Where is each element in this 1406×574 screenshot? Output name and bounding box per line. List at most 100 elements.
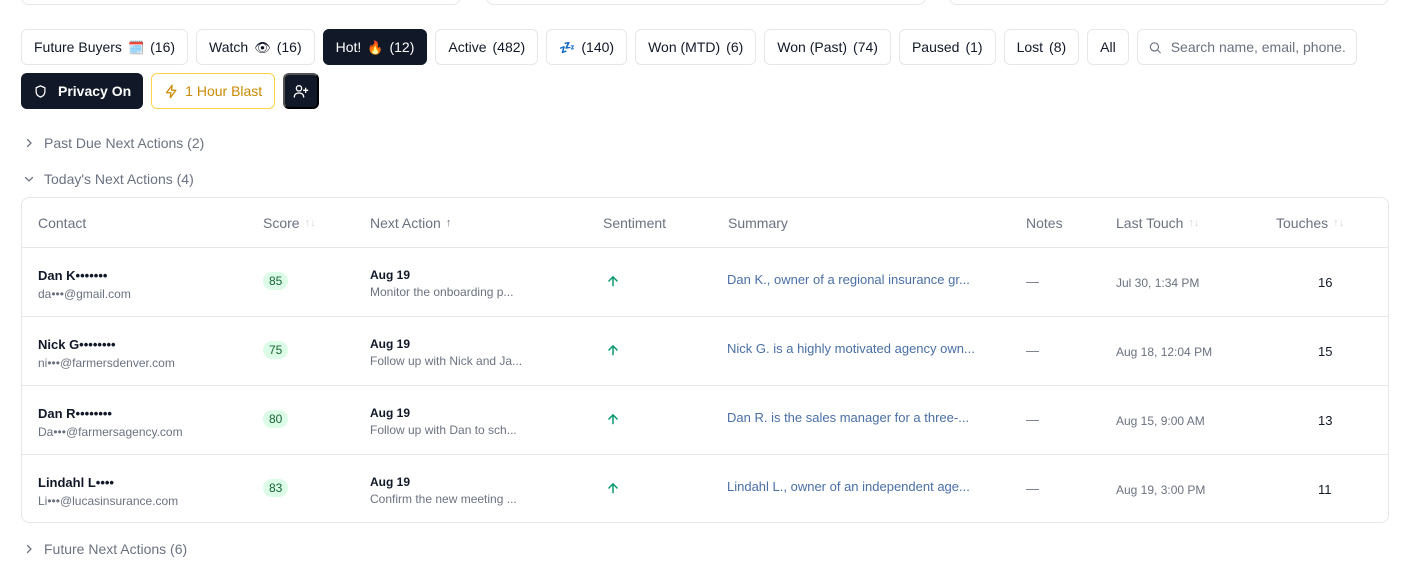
filter-lost[interactable]: Lost (8) [1003,29,1080,65]
col-touches[interactable]: Touches ↑↓ [1276,215,1344,231]
summary-link[interactable]: Dan K., owner of a regional insurance gr… [727,272,970,287]
eye-icon: 👁 [254,39,271,55]
privacy-toggle-button[interactable]: Privacy On [21,73,144,109]
privacy-label: Privacy On [58,83,132,99]
section-title: Future Next Actions (6) [44,541,188,557]
sort-icon: ↑↓ [1188,217,1200,229]
blast-label: 1 Hour Blast [185,83,263,99]
col-next-action[interactable]: Next Action ↑ [370,215,451,231]
section-title: Past Due Next Actions (2) [44,135,205,151]
contact-name[interactable]: Dan K••••••• [38,268,107,283]
col-notes: Notes [1026,215,1063,231]
col-label: Sentiment [603,215,667,231]
summary-link[interactable]: Nick G. is a highly motivated agency own… [727,341,975,356]
last-touch-value: Aug 18, 12:04 PM [1116,345,1213,359]
filter-count: (1) [965,39,983,55]
table-row[interactable]: Nick G•••••••• ni•••@farmersdenver.com 7… [22,317,1388,386]
touches-count: 15 [1318,344,1333,359]
score-badge: 85 [263,272,289,290]
last-touch-value: Aug 15, 9:00 AM [1116,414,1205,428]
contact-email: ni•••@farmersdenver.com [38,356,175,370]
next-actions-table: Contact Score ↑↓ Next Action ↑ Sentiment S… [21,197,1389,523]
filter-count: (16) [150,39,176,55]
filter-label: Paused [911,39,960,55]
next-action-date: Aug 19 [370,406,411,420]
top-panel-right [949,0,1389,5]
sentiment-up-icon [606,343,620,362]
filter-label: Lost [1016,39,1044,55]
touches-count: 16 [1318,275,1333,290]
action-bar: Privacy On 1 Hour Blast [21,73,320,109]
table-row[interactable]: Lindahl L•••• Li•••@lucasinsurance.com 8… [22,455,1388,522]
contact-name[interactable]: Nick G•••••••• [38,337,116,352]
table-header: Contact Score ↑↓ Next Action ↑ Sentiment S… [22,198,1388,248]
score-badge: 80 [263,410,289,428]
chevron-right-icon [26,544,32,554]
sort-icon: ↑↓ [304,217,316,229]
filter-count: (482) [492,39,526,55]
contact-name[interactable]: Dan R•••••••• [38,406,112,421]
search-icon [1149,41,1161,53]
section-past-due[interactable]: Past Due Next Actions (2) [23,135,204,151]
summary-link[interactable]: Lindahl L., owner of an independent age.… [727,479,970,494]
next-action-text: Confirm the new meeting ... [370,492,517,506]
filter-label: Active [448,39,487,55]
filter-won-mtd[interactable]: Won (MTD) (6) [635,29,757,65]
filter-paused[interactable]: Paused (1) [898,29,996,65]
chevron-right-icon [26,138,32,148]
col-contact: Contact [38,215,86,231]
notes-value: — [1026,274,1039,289]
next-action-text: Monitor the onboarding p... [370,285,514,299]
filter-future-buyers[interactable]: Future Buyers 🗓️ (16) [21,29,189,65]
table-row[interactable]: Dan R•••••••• Da•••@farmersagency.com 80… [22,386,1388,455]
col-score[interactable]: Score ↑↓ [263,215,316,231]
top-panel-middle [486,0,926,5]
filter-all[interactable]: All [1087,29,1129,65]
col-label: Notes [1026,215,1063,231]
filter-label: Hot! [335,39,362,55]
lightning-icon [166,84,177,98]
contact-email: Da•••@farmersagency.com [38,425,183,439]
next-action-date: Aug 19 [370,268,411,282]
last-touch-value: Jul 30, 1:34 PM [1116,276,1200,290]
filter-hot[interactable]: Hot! 🔥 (12) [322,29,428,65]
last-touch-value: Aug 19, 3:00 PM [1116,483,1206,497]
filter-active[interactable]: Active (482) [435,29,539,65]
filter-sleeping[interactable]: 💤 (140) [546,29,628,65]
hour-blast-button[interactable]: 1 Hour Blast [151,73,276,109]
col-label: Last Touch [1116,215,1184,231]
chevron-down-icon [24,176,34,182]
top-panel-left [21,0,461,5]
col-sentiment: Sentiment [603,215,666,231]
col-label: Summary [728,215,788,231]
section-future[interactable]: Future Next Actions (6) [23,541,187,557]
touches-count: 13 [1318,413,1333,428]
section-today[interactable]: Today's Next Actions (4) [23,171,194,187]
sort-icon: ↑↓ [1333,217,1345,229]
sentiment-up-icon [606,274,620,293]
search-box[interactable] [1136,29,1357,65]
filter-count: (6) [726,39,744,55]
col-label: Contact [38,215,87,231]
section-title: Today's Next Actions (4) [44,171,194,187]
filter-label: Future Buyers [34,39,122,55]
contact-name[interactable]: Lindahl L•••• [38,475,114,490]
filter-won-past[interactable]: Won (Past) (74) [764,29,891,65]
search-input[interactable] [1170,39,1346,55]
summary-link[interactable]: Dan R. is the sales manager for a three-… [727,410,969,425]
add-contact-button[interactable] [283,73,320,109]
col-label: Next Action [370,215,441,231]
filter-label: Won (Past) [777,39,848,55]
filter-watch[interactable]: Watch 👁 (16) [196,29,315,65]
sentiment-up-icon [606,481,620,500]
touches-count: 11 [1318,482,1332,497]
sleeping-icon: 💤 [559,39,576,55]
contact-email: da•••@gmail.com [38,287,131,301]
fire-icon: 🔥 [367,39,384,55]
table-row[interactable]: Dan K••••••• da•••@gmail.com 85 Aug 19 M… [22,248,1388,317]
col-summary: Summary [728,215,788,231]
notes-value: — [1026,412,1039,427]
sentiment-up-icon [606,412,620,431]
filter-count: (8) [1049,39,1067,55]
col-last-touch[interactable]: Last Touch ↑↓ [1116,215,1199,231]
